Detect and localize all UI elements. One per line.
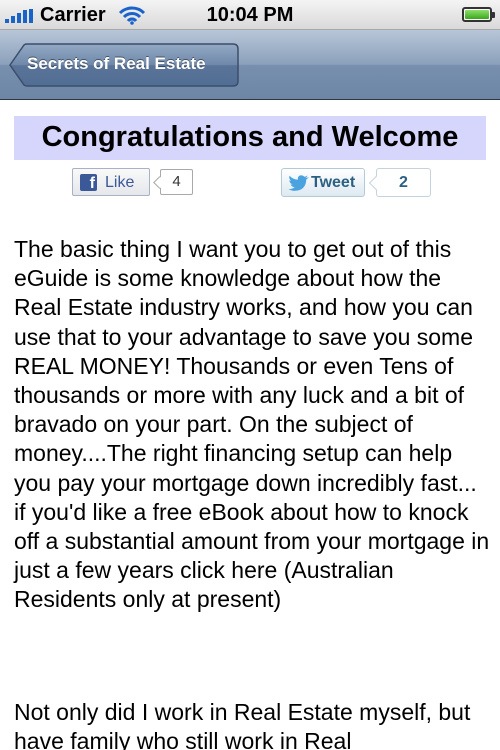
tweet-button[interactable]: Tweet (281, 168, 365, 197)
like-count: 4 (153, 169, 193, 195)
tweet-count: 2 (368, 168, 431, 197)
page-title: Congratulations and Welcome (41, 121, 459, 153)
tweet-count-value: 2 (399, 174, 408, 191)
like-label: Like (105, 174, 135, 191)
article-content: Congratulations and Welcome f Like 4 Twe… (0, 101, 500, 750)
battery-icon (462, 7, 495, 22)
like-count-value: 4 (172, 173, 181, 190)
status-time: 10:04 PM (206, 4, 294, 26)
status-bar: Carrier 10:04 PM (0, 0, 500, 30)
tweet-label: Tweet (311, 174, 356, 191)
facebook-icon: f (80, 174, 97, 191)
title-banner: Congratulations and Welcome (14, 116, 486, 160)
article-paragraph: The basic thing I want you to get out of… (14, 236, 490, 613)
back-button-label: Secrets of Real Estate (27, 54, 206, 73)
navigation-bar: Secrets of Real Estate (0, 30, 500, 100)
back-button[interactable]: Secrets of Real Estate (9, 43, 239, 87)
twitter-bird-icon (288, 175, 309, 191)
facebook-like-button[interactable]: f Like (72, 168, 150, 196)
article-paragraph: Not only did I work in Real Estate mysel… (14, 699, 471, 750)
